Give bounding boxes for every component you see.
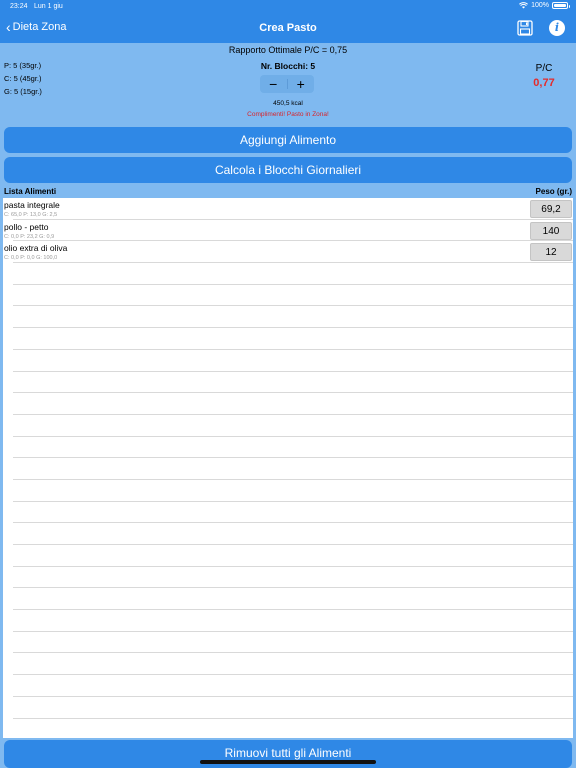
- food-macros: C: 0,0 P: 0,0 G: 100,0: [4, 255, 58, 262]
- empty-row: [3, 306, 573, 329]
- empty-row: [3, 632, 573, 654]
- page-title: Crea Pasto: [259, 22, 317, 34]
- status-time: 23:24: [10, 3, 28, 10]
- wifi-icon: [519, 2, 529, 9]
- list-header: Lista Alimenti Peso (gr.): [0, 185, 576, 198]
- empty-row: [3, 675, 573, 697]
- empty-rows: [3, 263, 573, 738]
- empty-row: [3, 285, 573, 307]
- food-list[interactable]: pasta integrale C: 65,0 P: 13,0 G: 2,5 6…: [3, 198, 573, 738]
- empty-row: [3, 697, 573, 719]
- carbs-blocks: C: 5 (45gr.): [4, 74, 42, 83]
- battery-icon: [552, 2, 570, 9]
- empty-row: [3, 653, 573, 676]
- weight-field[interactable]: 69,2: [530, 200, 572, 218]
- empty-row: [3, 437, 573, 459]
- list-item[interactable]: pasta integrale C: 65,0 P: 13,0 G: 2,5 6…: [3, 198, 573, 220]
- food-macros: C: 0,0 P: 23,2 G: 0,9: [4, 233, 55, 240]
- list-header-foods: Lista Alimenti: [4, 187, 57, 196]
- empty-row: [3, 588, 573, 611]
- floppy-disk-icon[interactable]: [517, 20, 533, 36]
- empty-row: [3, 545, 573, 567]
- blocks-stepper: − +: [260, 75, 314, 93]
- protein-blocks: P: 5 (35gr.): [4, 61, 42, 70]
- empty-row: [3, 719, 573, 739]
- list-header-weight: Peso (gr.): [535, 187, 572, 196]
- battery-percent: 100%: [531, 2, 549, 9]
- empty-row: [3, 523, 573, 545]
- list-item[interactable]: pollo - petto C: 0,0 P: 23,2 G: 0,9 140: [3, 220, 573, 242]
- empty-row: [3, 415, 573, 437]
- empty-row: [3, 480, 573, 502]
- home-indicator: [200, 760, 376, 764]
- weight-field[interactable]: 12: [530, 243, 572, 262]
- food-name: pollo - petto: [4, 221, 49, 232]
- nav-bar: ‹ Dieta Zona Crea Pasto i: [0, 14, 576, 43]
- food-name: olio extra di oliva: [4, 243, 68, 254]
- empty-row: [3, 610, 573, 632]
- empty-row: [3, 328, 573, 350]
- empty-row: [3, 393, 573, 415]
- decrement-button[interactable]: −: [260, 75, 287, 93]
- optimal-ratio: Rapporto Ottimale P/C = 0,75: [228, 45, 348, 55]
- empty-row: [3, 372, 573, 394]
- pc-value: 0,77: [533, 77, 555, 89]
- calc-daily-blocks-button[interactable]: Calcola i Blocchi Giornalieri: [4, 157, 572, 183]
- list-item[interactable]: olio extra di oliva C: 0,0 P: 0,0 G: 100…: [3, 241, 573, 264]
- empty-row: [3, 263, 573, 285]
- status-bar: 23:24 Lun 1 giu 100%: [0, 0, 576, 14]
- blocks-count: Nr. Blocchi: 5: [260, 61, 316, 71]
- info-icon[interactable]: i: [549, 20, 565, 36]
- meal-summary: Rapporto Ottimale P/C = 0,75 Nr. Blocchi…: [0, 43, 576, 125]
- food-name: pasta integrale: [4, 200, 60, 210]
- pc-label: P/C: [535, 63, 553, 74]
- empty-row: [3, 567, 573, 589]
- status-date: Lun 1 giu: [34, 3, 63, 10]
- kcal-total: 450,5 kcal: [273, 100, 303, 107]
- food-macros: C: 65,0 P: 13,0 G: 2,5: [4, 212, 58, 218]
- weight-field[interactable]: 140: [530, 221, 572, 240]
- fat-blocks: G: 5 (15gr.): [4, 87, 42, 96]
- empty-row: [3, 458, 573, 480]
- status-right: 100%: [519, 2, 570, 9]
- increment-button[interactable]: +: [288, 75, 315, 93]
- zone-message: Complimenti! Pasto in Zona!: [247, 111, 329, 118]
- empty-row: [3, 350, 573, 372]
- add-food-button[interactable]: Aggiungi Alimento: [4, 127, 572, 153]
- empty-row: [3, 502, 573, 524]
